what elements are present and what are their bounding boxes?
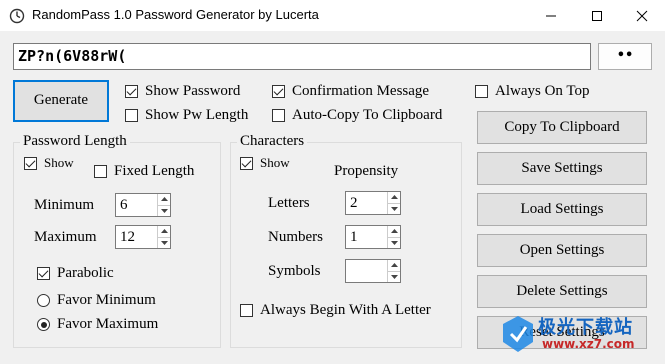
- confirmation-message-checkbox[interactable]: Confirmation Message: [272, 83, 429, 100]
- checkbox-box[interactable]: [125, 85, 138, 98]
- maximize-button[interactable]: [574, 0, 620, 31]
- checkbox-box[interactable]: [240, 156, 253, 170]
- stepper-up-icon[interactable]: [158, 226, 170, 237]
- window-title: RandomPass 1.0 Password Generator by Luc…: [32, 7, 319, 22]
- fixed-length-label: Fixed Length: [114, 163, 195, 179]
- always-on-top-label: Always On Top: [495, 83, 590, 99]
- stepper-up-icon[interactable]: [388, 192, 400, 203]
- numbers-stepper[interactable]: 1: [345, 225, 401, 249]
- stepper-down-icon[interactable]: [388, 236, 400, 249]
- password-field[interactable]: ZP?n(6V88rW(: [13, 43, 591, 70]
- symbols-value[interactable]: [346, 260, 387, 282]
- minimize-button[interactable]: [528, 0, 574, 31]
- characters-show-label: Show: [260, 155, 290, 170]
- stepper-up-icon[interactable]: [158, 194, 170, 205]
- stepper-down-icon[interactable]: [388, 202, 400, 215]
- letters-label: Letters: [268, 195, 310, 211]
- favor-maximum-radio[interactable]: Favor Maximum: [37, 316, 158, 333]
- parabolic-checkbox[interactable]: Parabolic: [37, 265, 114, 282]
- checkbox-box[interactable]: [94, 165, 107, 178]
- radio-circle[interactable]: [37, 318, 50, 331]
- stepper-arrows[interactable]: [387, 192, 400, 214]
- save-settings-button[interactable]: Save Settings: [477, 152, 647, 185]
- watermark: 极光下载站 www.xz7.com: [498, 310, 658, 360]
- checkbox-box[interactable]: [125, 109, 138, 122]
- watermark-logo-icon: [503, 316, 533, 352]
- close-button[interactable]: [619, 0, 665, 31]
- maximum-label: Maximum: [34, 229, 97, 245]
- show-pw-length-label: Show Pw Length: [145, 107, 249, 123]
- maximum-value[interactable]: 12: [116, 226, 157, 248]
- show-pw-length-checkbox[interactable]: Show Pw Length: [125, 107, 248, 124]
- length-show-checkbox[interactable]: Show: [24, 155, 74, 171]
- numbers-label: Numbers: [268, 229, 323, 245]
- stepper-down-icon[interactable]: [158, 236, 170, 249]
- title-bar: RandomPass 1.0 Password Generator by Luc…: [0, 0, 665, 31]
- stepper-down-icon[interactable]: [388, 270, 400, 283]
- stepper-arrows[interactable]: [157, 194, 170, 216]
- delete-settings-button[interactable]: Delete Settings: [477, 275, 647, 308]
- length-show-label: Show: [44, 155, 74, 170]
- watermark-url: www.xz7.com: [542, 337, 635, 351]
- show-password-checkbox[interactable]: Show Password: [125, 83, 240, 100]
- auto-copy-checkbox[interactable]: Auto-Copy To Clipboard: [272, 107, 442, 124]
- stepper-up-icon[interactable]: [388, 226, 400, 237]
- app-icon: [9, 8, 25, 24]
- symbols-stepper[interactable]: [345, 259, 401, 283]
- always-on-top-checkbox[interactable]: Always On Top: [475, 83, 590, 100]
- stepper-up-icon[interactable]: [388, 260, 400, 271]
- watermark-text: 极光下载站: [538, 317, 633, 338]
- auto-copy-label: Auto-Copy To Clipboard: [292, 107, 443, 123]
- confirmation-message-label: Confirmation Message: [292, 83, 430, 99]
- always-begin-letter-label: Always Begin With A Letter: [260, 302, 431, 318]
- stepper-arrows[interactable]: [387, 226, 400, 248]
- checkbox-box[interactable]: [37, 267, 50, 280]
- stepper-down-icon[interactable]: [158, 204, 170, 217]
- propensity-label: Propensity: [334, 163, 399, 179]
- checkbox-box[interactable]: [272, 85, 285, 98]
- password-length-title: Password Length: [20, 133, 130, 150]
- checkbox-box[interactable]: [240, 304, 253, 317]
- characters-title: Characters: [237, 133, 308, 150]
- radio-circle[interactable]: [37, 294, 50, 307]
- fixed-length-checkbox[interactable]: Fixed Length: [94, 163, 194, 180]
- minimize-icon: [546, 15, 556, 16]
- favor-minimum-radio[interactable]: Favor Minimum: [37, 292, 156, 309]
- close-icon: [636, 10, 648, 21]
- favor-maximum-label: Favor Maximum: [57, 316, 159, 332]
- load-settings-button[interactable]: Load Settings: [477, 193, 647, 226]
- characters-show-checkbox[interactable]: Show: [240, 155, 290, 171]
- minimum-label: Minimum: [34, 197, 95, 213]
- open-settings-button[interactable]: Open Settings: [477, 234, 647, 267]
- numbers-value[interactable]: 1: [346, 226, 387, 248]
- checkbox-box[interactable]: [24, 156, 37, 170]
- generate-button[interactable]: Generate: [13, 80, 109, 122]
- checkbox-box[interactable]: [272, 109, 285, 122]
- copy-to-clipboard-button[interactable]: Copy To Clipboard: [477, 111, 647, 144]
- always-begin-letter-checkbox[interactable]: Always Begin With A Letter: [240, 302, 431, 319]
- stepper-arrows[interactable]: [387, 260, 400, 282]
- symbols-label: Symbols: [268, 263, 321, 279]
- minimum-value[interactable]: 6: [116, 194, 157, 216]
- letters-stepper[interactable]: 2: [345, 191, 401, 215]
- parabolic-label: Parabolic: [57, 265, 114, 281]
- reveal-password-button[interactable]: ••: [598, 43, 652, 70]
- minimum-stepper[interactable]: 6: [115, 193, 171, 217]
- stepper-arrows[interactable]: [157, 226, 170, 248]
- maximize-icon: [592, 10, 602, 21]
- maximum-stepper[interactable]: 12: [115, 225, 171, 249]
- favor-minimum-label: Favor Minimum: [57, 292, 156, 308]
- checkbox-box[interactable]: [475, 85, 488, 98]
- show-password-label: Show Password: [145, 83, 241, 99]
- letters-value[interactable]: 2: [346, 192, 387, 214]
